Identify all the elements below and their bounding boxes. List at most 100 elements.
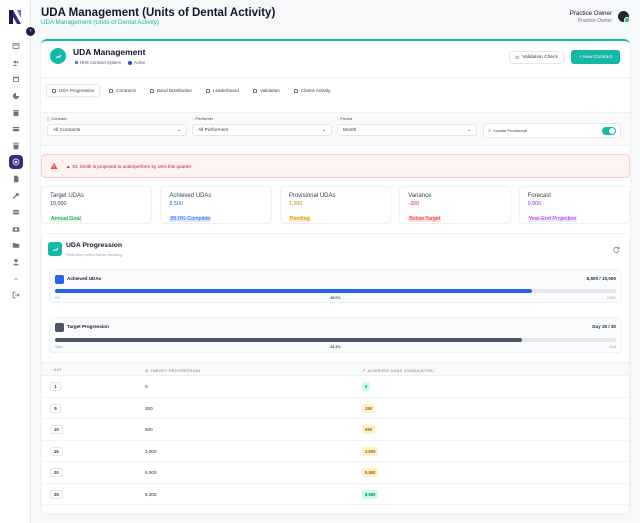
sidebar-item-window[interactable] <box>0 38 31 55</box>
chart-icon <box>55 275 64 284</box>
target-icon <box>12 159 19 166</box>
stat-value: 1,200 <box>288 201 303 207</box>
sidebar-item-calculator[interactable] <box>0 138 31 155</box>
stat-note: Below Target <box>408 216 442 222</box>
target-icon: ◎ <box>145 369 149 373</box>
chart-icon <box>48 242 62 256</box>
user-role: Practice Owner <box>577 18 612 24</box>
stat-note: 85.0% Complete <box>169 216 212 222</box>
column-target: ◎ TARGET PROGRESSION <box>145 368 201 374</box>
divider <box>41 77 630 78</box>
achieved-count: 8,500 / 10,000 <box>586 276 616 281</box>
sidebar-nav <box>0 38 31 304</box>
settings-icon: ⊙ <box>488 128 492 133</box>
status-dot-icon <box>127 60 132 65</box>
sidebar-item-dash[interactable] <box>0 270 31 287</box>
calendar-icon: ▫ <box>337 116 339 121</box>
stat-label: Achieved UDAs <box>169 193 212 199</box>
target-cell: 300 <box>145 405 153 411</box>
sidebar-item-user[interactable] <box>0 254 31 271</box>
sidebar-item-chart-pie[interactable] <box>0 88 31 105</box>
tab-claims-activity[interactable]: Claims Activity <box>289 84 336 97</box>
bars-icon <box>149 88 154 93</box>
table-row: 20 6,000 5,800 <box>42 462 629 484</box>
stat-card-achieved-udas: Achieved UDAs 8,500 85.0% Complete <box>160 186 272 224</box>
period-filter: ▫ Period Month ⌄ <box>337 116 477 136</box>
stat-label: Target UDAs <box>50 193 85 199</box>
user-name[interactable]: Practice Owner <box>570 10 612 17</box>
day-cell: 20 <box>50 468 63 477</box>
chevron-right-icon[interactable]: › <box>26 27 35 36</box>
window-icon <box>12 43 19 50</box>
warning-icon <box>50 162 58 169</box>
tab-contracts[interactable]: Contracts <box>104 84 141 97</box>
sidebar-item-logout[interactable] <box>0 287 31 304</box>
contract-select[interactable]: All Contracts ⌄ <box>47 124 187 136</box>
shield-icon <box>252 88 257 93</box>
achieved-cell: 5,800 <box>362 468 379 477</box>
app-logo[interactable] <box>8 9 22 25</box>
day-cell: 15 <box>50 446 63 456</box>
performer-select[interactable]: All Performers ⌄ <box>192 124 332 136</box>
sidebar-item-camera[interactable] <box>0 221 31 238</box>
table-row: 15 3,000 2,600 <box>42 441 629 462</box>
sidebar-item-target[interactable] <box>0 154 31 171</box>
progress-start-label: Start <box>55 345 63 349</box>
credit-card-icon <box>12 127 19 132</box>
refresh-icon[interactable] <box>613 246 620 253</box>
page-subtitle: UDA Management (Units of Dental Activity… <box>41 19 159 26</box>
day-cell: 25 <box>50 489 63 499</box>
tab-leaderboard[interactable]: Leaderboard <box>201 84 244 97</box>
logout-icon <box>12 292 20 299</box>
sidebar-item-building[interactable] <box>0 104 31 121</box>
sidebar-item-team[interactable] <box>0 204 31 221</box>
stat-value: -300 <box>408 201 420 207</box>
sidebar-item-calendar[interactable] <box>0 71 31 88</box>
table-row: 10 600 550 <box>42 419 629 441</box>
include-provisional-toggle[interactable] <box>602 127 616 135</box>
clipboard-icon <box>293 88 298 93</box>
sidebar-item-credit-card[interactable] <box>0 121 31 138</box>
validation-check-button[interactable]: ⊙ Validation Check <box>509 51 564 64</box>
achieved-cell: 0 <box>362 382 371 391</box>
target-cell: 600 <box>145 427 153 432</box>
period-select[interactable]: Month ⌄ <box>337 124 477 136</box>
achieved-cell: 550 <box>362 425 375 434</box>
sidebar-item-wrench[interactable] <box>0 187 31 204</box>
target-title: Target Progression <box>67 324 109 329</box>
achieved-cell: 8,500 <box>362 489 379 499</box>
progress-end-label: 100% <box>606 296 616 300</box>
sidebar: › <box>0 0 35 523</box>
building-icon <box>13 109 18 116</box>
table-row: 1 0 0 <box>42 376 629 398</box>
sidebar-item-users[interactable] <box>0 55 31 72</box>
calculator-icon <box>13 142 18 150</box>
achieved-udas-card: Achieved UDAs 8,500 / 10,000 0% 85.0% 10… <box>49 269 622 303</box>
folder-icon <box>12 243 19 249</box>
tab-validation[interactable]: Validation <box>248 84 285 97</box>
filters-bar: ▯ Contract All Contracts ⌄ ◦ Performer All … <box>41 112 630 146</box>
user-icon <box>12 259 19 266</box>
avatar[interactable] <box>618 11 630 23</box>
camera-icon <box>12 227 19 232</box>
column-day: ▫ DAY <box>50 368 63 372</box>
progress-percent-label: 83.3% <box>330 345 341 349</box>
target-cell: 3,000 <box>145 448 157 454</box>
stat-card-target-udas: Target UDAs 10,000 Annual Goal <box>41 186 153 224</box>
stat-note: Year-End Projection <box>527 216 578 222</box>
calendar-icon <box>12 77 19 83</box>
table-row: 5 300 250 <box>42 398 629 419</box>
sidebar-item-document[interactable] <box>0 171 31 188</box>
tab-uda-progression[interactable]: UDA Progression <box>46 84 101 97</box>
alert-text: Dr. Smith is projected to underperform b… <box>72 163 193 169</box>
tab-band-distribution[interactable]: Band Distribution <box>145 84 197 97</box>
new-contract-button[interactable]: + New Contract <box>571 50 620 64</box>
stat-label: Provisional UDAs <box>288 193 336 199</box>
performer-filter: ◦ Performer All Performers ⌄ <box>192 116 332 136</box>
target-progress-fill <box>55 338 523 342</box>
sidebar-item-folder[interactable] <box>0 237 31 254</box>
wrench-icon <box>12 192 19 199</box>
dash-icon <box>14 278 17 280</box>
achieved-cell: 250 <box>362 403 375 413</box>
chevron-down-icon: ⌄ <box>321 127 326 133</box>
